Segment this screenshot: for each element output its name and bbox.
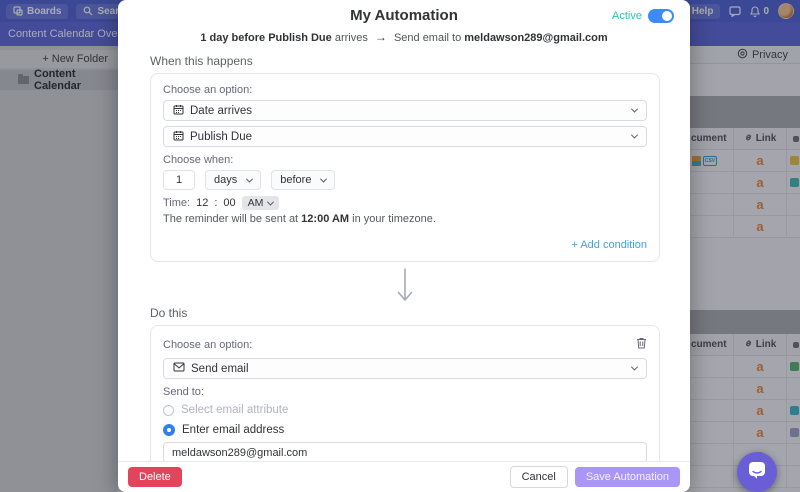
modal-footer: Delete Cancel Save Automation <box>118 461 690 492</box>
time-colon: : <box>214 197 217 209</box>
minute-input[interactable]: 00 <box>223 197 235 209</box>
active-label: Active <box>612 10 642 22</box>
chevron-down-icon <box>320 175 327 182</box>
active-toggle[interactable] <box>648 9 674 23</box>
radio-email-address-label: Enter email address <box>182 424 284 436</box>
radio-email-address[interactable]: Enter email address <box>163 424 647 436</box>
modal-header: My Automation Active 1 day before Publis… <box>118 0 690 44</box>
reminder-suffix: in your timezone. <box>349 213 436 225</box>
summary-action-text: Send email to <box>391 32 464 44</box>
reminder-time: 12:00 AM <box>301 213 349 225</box>
relation-select-value: before <box>280 174 311 186</box>
trigger-select-value: Date arrives <box>190 105 252 117</box>
radio-selected-icon <box>163 424 175 436</box>
when-section-label: When this happens <box>150 54 660 68</box>
radio-email-attribute-label: Select email attribute <box>181 404 288 416</box>
hour-input[interactable]: 12 <box>196 197 208 209</box>
trigger-card: Choose an option: Date arrives Publish D… <box>150 73 660 262</box>
time-label: Time: <box>163 197 190 209</box>
delete-button[interactable]: Delete <box>128 467 182 487</box>
radio-email-attribute[interactable]: Select email attribute <box>163 404 647 416</box>
chat-launcher-button[interactable] <box>737 452 777 492</box>
flow-arrow-icon <box>150 268 660 304</box>
chevron-down-icon <box>631 132 638 139</box>
action-select[interactable]: Send email <box>163 358 647 379</box>
add-condition-link[interactable]: + Add condition <box>571 239 647 251</box>
summary-action-target: meldawson289@gmail.com <box>464 32 607 44</box>
chat-bubble-icon <box>748 461 766 484</box>
automation-summary: 1 day before Publish Due arrives → Send … <box>118 30 690 44</box>
meridiem-select[interactable]: AM <box>242 196 280 210</box>
summary-arrow-icon: → <box>375 30 387 44</box>
calendar-icon <box>173 130 184 144</box>
reminder-text: The reminder will be sent at 12:00 AM in… <box>163 213 647 225</box>
trash-icon[interactable] <box>636 336 647 354</box>
date-column-select[interactable]: Publish Due <box>163 126 647 147</box>
page: Boards Search ? Help <box>0 0 800 492</box>
chevron-down-icon <box>631 364 638 371</box>
chevron-down-icon <box>267 198 274 205</box>
send-to-label: Send to: <box>163 386 647 398</box>
calendar-icon <box>173 104 184 118</box>
meridiem-value: AM <box>248 197 264 209</box>
summary-trigger: 1 day before Publish Due <box>200 32 331 44</box>
modal-body: When this happens Choose an option: Date… <box>118 44 690 492</box>
unit-select-value: days <box>214 174 237 186</box>
choose-option-label: Choose an option: <box>163 339 252 351</box>
do-section-label: Do this <box>150 306 660 320</box>
relation-select[interactable]: before <box>271 170 335 190</box>
chevron-down-icon <box>246 175 253 182</box>
date-column-select-value: Publish Due <box>190 131 252 143</box>
reminder-prefix: The reminder will be sent at <box>163 213 301 225</box>
summary-trigger-rest: arrives <box>332 32 371 44</box>
cancel-button[interactable]: Cancel <box>510 466 568 488</box>
number-input[interactable]: 1 <box>163 170 195 190</box>
chevron-down-icon <box>631 106 638 113</box>
save-automation-button[interactable]: Save Automation <box>575 467 680 487</box>
automation-modal: My Automation Active 1 day before Publis… <box>118 0 690 492</box>
email-address-input[interactable] <box>163 442 647 463</box>
action-select-value: Send email <box>191 363 249 375</box>
choose-when-label: Choose when: <box>163 154 647 166</box>
choose-option-label: Choose an option: <box>163 84 647 96</box>
modal-title: My Automation <box>118 7 690 24</box>
envelope-icon <box>173 362 185 375</box>
unit-select[interactable]: days <box>205 170 261 190</box>
trigger-select[interactable]: Date arrives <box>163 100 647 121</box>
radio-icon <box>163 405 174 416</box>
